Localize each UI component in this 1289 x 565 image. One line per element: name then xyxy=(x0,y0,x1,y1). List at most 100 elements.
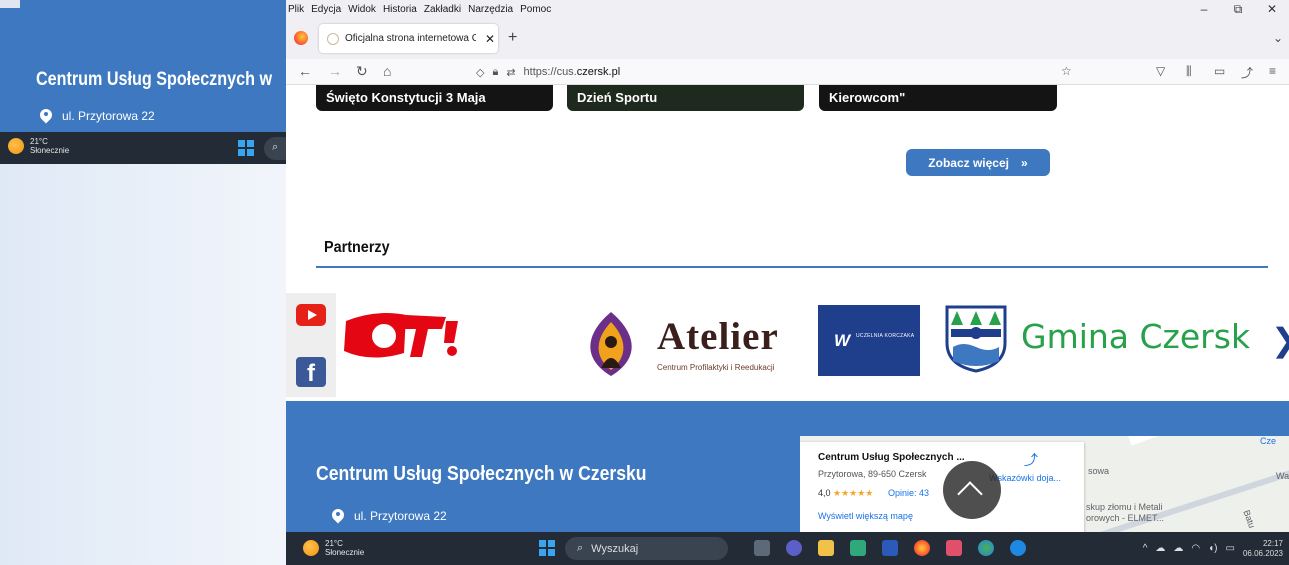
pocket-icon[interactable]: ▽ xyxy=(1156,64,1165,78)
footer-address: ul. Przytorowa 22 xyxy=(332,509,447,523)
restore-button[interactable]: ⧉ xyxy=(1221,0,1255,19)
partners-carousel: f Atelier Centrum Profilaktyki i Reeduka… xyxy=(286,293,1289,398)
menu-tools[interactable]: Narzędzia xyxy=(468,4,513,15)
cloud-icon[interactable]: ☁ xyxy=(1155,543,1165,554)
word-icon[interactable] xyxy=(882,540,898,556)
edge-icon[interactable] xyxy=(1010,540,1026,556)
map-reviews-link[interactable]: Opinie: 43 xyxy=(888,488,929,498)
clock[interactable]: 22:17 06.06.2023 xyxy=(1243,539,1283,559)
atelier-emblem-icon xyxy=(590,312,632,376)
volume-icon[interactable]: ◖) xyxy=(1208,543,1217,554)
firefox-view-icon[interactable] xyxy=(294,31,308,45)
news-card[interactable]: Dzień Sportu xyxy=(567,85,804,111)
lock-icon[interactable]: 🔒︎ xyxy=(492,66,498,79)
scroll-to-top-button[interactable] xyxy=(943,461,1001,519)
library-icon[interactable]: ⫼ xyxy=(1186,64,1192,79)
url-bar[interactable]: ◇ 🔒︎ ⇄ https://cus.czersk.pl xyxy=(476,62,1081,82)
chrome-icon[interactable] xyxy=(978,540,994,556)
taskbar-search[interactable]: ⌕ Wyszukaj xyxy=(565,537,728,560)
browser-window: Plik Edycja Widok Historia Zakładki Narz… xyxy=(286,0,1289,565)
preview-taskbar: 21°C Słonecznie ⌕ xyxy=(0,132,286,164)
chevron-up-icon[interactable]: ^ xyxy=(1143,543,1148,554)
partner-logo-atelier[interactable]: Atelier Centrum Profilaktyki i Reedukacj… xyxy=(571,308,801,378)
map-rating: 4,0 ★★★★★ xyxy=(818,488,873,499)
location-pin-icon xyxy=(332,509,344,523)
battery-icon[interactable]: ▭ xyxy=(1226,543,1235,554)
news-card[interactable]: Święto Konstytucji 3 Maja xyxy=(316,85,553,111)
tab-close-icon[interactable]: ✕ xyxy=(482,32,498,46)
shield-icon[interactable]: ◇ xyxy=(476,66,484,79)
cloud-sync-icon[interactable]: ☁ xyxy=(1173,543,1183,554)
list-all-tabs-icon[interactable]: ⌄ xyxy=(1273,31,1283,45)
partner-logo-gmina-czersk[interactable]: Gmina Czersk xyxy=(941,303,1261,375)
map-place-address: Przytorowa, 89-650 Czersk xyxy=(818,469,927,479)
new-tab-button[interactable]: + xyxy=(508,29,517,47)
map-label: sowa xyxy=(1088,466,1110,476)
window-preview-thumbnail[interactable]: Centrum Usług Społecznych w ul. Przytoro… xyxy=(0,0,286,164)
menu-file[interactable]: Plik xyxy=(288,4,304,15)
footer-address-text: ul. Przytorowa 22 xyxy=(354,509,447,523)
paint-icon[interactable] xyxy=(946,540,962,556)
wifi-icon[interactable]: ◠ xyxy=(1191,543,1200,554)
file-explorer-icon[interactable] xyxy=(818,540,834,556)
teams-chat-icon[interactable] xyxy=(786,540,802,556)
partners-divider xyxy=(316,266,1268,268)
tab-title: Oficjalna strona internetowa Ce xyxy=(345,33,476,44)
map-label: Cze xyxy=(1260,436,1277,446)
tab-active[interactable]: Oficjalna strona internetowa Ce ✕ xyxy=(319,24,498,53)
news-card-title: Kierowcom" xyxy=(829,90,906,105)
star-rating-icon: ★★★★★ xyxy=(833,488,874,498)
preview-title: Centrum Usług Społecznych w xyxy=(36,69,273,90)
menu-edit[interactable]: Edycja xyxy=(311,4,341,15)
taskbar-weather-widget[interactable]: 21°C Słonecznie xyxy=(303,539,364,557)
preview-address: ul. Przytorowa 22 xyxy=(40,109,155,123)
menu-hamburger-icon[interactable]: ≡ xyxy=(1269,64,1276,78)
permissions-icon[interactable]: ⇄ xyxy=(506,66,515,79)
news-card[interactable]: Kierowcom" xyxy=(819,85,1057,111)
taskbar: 21°C Słonecznie ⌕ Wyszukaj ^ ☁ ☁ ◠ ◖) ▭ 2… xyxy=(286,532,1289,565)
partner-logo-uczelnia-korczaka[interactable]: W UCZELNIA KORCZAKA xyxy=(818,305,920,376)
sidebar-icon[interactable]: ▭ xyxy=(1214,64,1225,78)
close-window-button[interactable]: ✕ xyxy=(1255,0,1289,19)
preview-weather-desc: Słonecznie xyxy=(30,146,70,155)
map-place-name: Centrum Usług Społecznych ... xyxy=(818,452,965,463)
map-larger-link[interactable]: Wyświetl większą mapę xyxy=(818,511,913,521)
firefox-icon[interactable] xyxy=(914,540,930,556)
news-card-title: Święto Konstytucji 3 Maja xyxy=(326,90,486,105)
preview-windows-icon xyxy=(238,140,254,156)
clock-date: 06.06.2023 xyxy=(1242,548,1283,558)
map-label: skup złomu i Metali xyxy=(1086,502,1163,512)
window-controls: – ⧉ ✕ xyxy=(1187,0,1289,19)
menu-bookmarks[interactable]: Zakładki xyxy=(424,4,461,15)
site-footer: Centrum Usług Społecznych w Czersku ul. … xyxy=(286,401,1289,532)
start-button[interactable] xyxy=(539,540,555,556)
atelier-name: Atelier xyxy=(657,315,779,358)
minimize-button[interactable]: – xyxy=(1187,0,1221,19)
favicon-icon xyxy=(327,32,339,45)
reload-icon[interactable]: ↻ xyxy=(356,63,368,80)
taskbar-search-label: Wyszukaj xyxy=(591,542,639,555)
forward-icon[interactable]: → xyxy=(328,63,342,79)
task-view-icon[interactable] xyxy=(754,540,770,556)
share-icon[interactable]: ⤴ xyxy=(1241,64,1253,81)
youtube-icon[interactable] xyxy=(296,304,326,326)
partners-heading: Partnerzy xyxy=(324,239,390,256)
url-domain: czersk.pl xyxy=(576,66,621,78)
menu-help[interactable]: Pomoc xyxy=(520,4,551,15)
tab-bar: Oficjalna strona internetowa Ce ✕ + ⌄ xyxy=(286,19,1289,59)
uk-mark: W xyxy=(834,331,851,350)
menu-view[interactable]: Widok xyxy=(348,4,376,15)
partner-logo-otl[interactable] xyxy=(336,301,476,366)
see-more-button[interactable]: Zobacz więcej » xyxy=(906,149,1050,176)
back-icon[interactable]: ← xyxy=(298,63,312,79)
home-icon[interactable]: ⌂ xyxy=(383,63,391,79)
map-label: Batu xyxy=(1241,508,1258,530)
facebook-icon[interactable]: f xyxy=(296,357,326,387)
app-icon[interactable] xyxy=(850,540,866,556)
bookmark-star-icon[interactable]: ☆ xyxy=(1061,64,1072,78)
menu-history[interactable]: Historia xyxy=(383,4,417,15)
carousel-next-icon[interactable]: ❯ xyxy=(1271,321,1289,359)
embedded-map[interactable]: sowa Cze skup złomu i Metali orowych - E… xyxy=(800,436,1289,532)
directions-icon[interactable]: ⤴ xyxy=(1024,450,1038,468)
search-icon: ⌕ xyxy=(577,542,584,554)
